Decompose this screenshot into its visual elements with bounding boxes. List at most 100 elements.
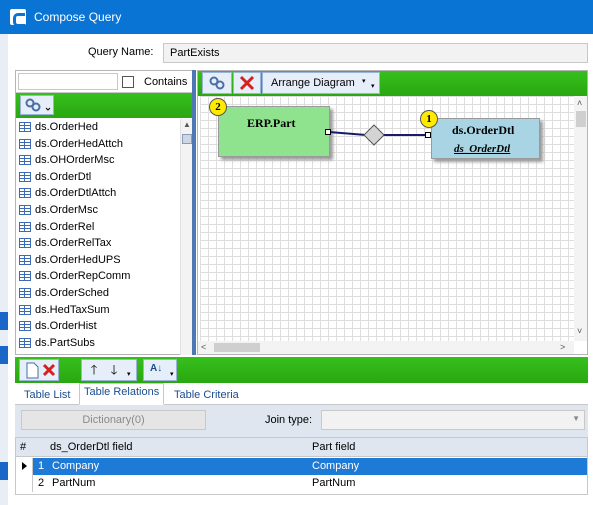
background-marker — [0, 346, 8, 364]
list-item[interactable]: ds.OrderMsc — [16, 202, 180, 219]
table-list: ds.OrderHed ds.OrderHedAttch ds.OHOrderMsc… — [16, 119, 180, 355]
scroll-down-arrow[interactable]: ˅ — [577, 325, 582, 337]
list-item[interactable]: ds.OrderRelTax — [16, 235, 180, 252]
diagram-canvas[interactable]: ERP.Part 2 ds.OrderDtl ds_OrderDtl 1 — [200, 96, 575, 341]
list-item[interactable]: ds.OrderDtl — [16, 169, 180, 186]
entity-order-badge: 1 — [420, 110, 438, 128]
list-item[interactable]: ds.OrderHist — [16, 318, 180, 335]
table-icon — [19, 171, 31, 182]
table-icon — [19, 287, 31, 298]
arrange-diagram-button[interactable]: Arrange Diagram ▾ ▾ — [262, 72, 380, 94]
list-item[interactable]: ds.OrderRepComm — [16, 268, 180, 285]
list-item[interactable]: ds.OHOrderMsc — [16, 152, 180, 169]
row-pointer-icon — [22, 462, 27, 470]
tab-table-list[interactable]: Table List — [20, 387, 74, 405]
table-icon — [19, 188, 31, 199]
arrow-up-icon[interactable]: 🡑 — [88, 360, 100, 380]
diagram-delete-button[interactable] — [233, 72, 261, 94]
query-name-row: Query Name: PartExists — [8, 34, 593, 68]
arrange-diagram-label: Arrange Diagram — [271, 77, 355, 89]
entity-order-dtl[interactable]: ds.OrderDtl ds_OrderDtl — [431, 118, 540, 159]
table-row[interactable]: 1 Company Company — [16, 458, 587, 475]
scroll-thumb[interactable] — [576, 111, 586, 127]
column-header-left-field[interactable]: ds_OrderDtl field — [50, 441, 133, 453]
table-name: ds.OrderMsc — [35, 203, 98, 216]
sort-button[interactable]: A↓ ▾ — [143, 359, 177, 381]
scroll-thumb[interactable] — [214, 343, 260, 352]
column-header-right-field[interactable]: Part field — [312, 441, 355, 453]
scroll-up-arrow[interactable]: ˄ — [577, 97, 582, 109]
left-field-cell[interactable]: Company — [52, 460, 99, 472]
table-icon — [19, 271, 31, 282]
contains-label: Contains — [144, 76, 188, 88]
chevron-down-icon: ▼ — [572, 414, 580, 423]
table-name: ds.OrderHist — [35, 320, 97, 333]
sort-az-icon: A↓ — [150, 363, 163, 374]
tab-table-criteria[interactable]: Table Criteria — [170, 387, 243, 405]
scroll-left-arrow[interactable]: < — [201, 341, 206, 353]
diagram-vertical-scrollbar[interactable]: ˄ ˅ — [574, 96, 587, 341]
diagram-link-button[interactable] — [202, 72, 232, 94]
table-icon — [19, 138, 31, 149]
table-name: ds.OrderDtlAttch — [35, 187, 117, 200]
query-name-field[interactable]: PartExists — [163, 43, 588, 63]
link-icon — [209, 76, 225, 90]
table-name: ds.OrderHedUPS — [35, 253, 121, 266]
link-icon — [25, 98, 51, 112]
left-field-cell[interactable]: PartNum — [52, 477, 95, 489]
table-name: ds.OrderRepComm — [35, 270, 131, 283]
move-group: 🡑 🡓 ▾ — [81, 359, 137, 381]
table-name: ds.OHOrderMsc — [35, 154, 115, 167]
title-bar: Compose Query — [0, 0, 593, 34]
dropdown-arrow-icon[interactable]: ▾ — [127, 370, 131, 378]
table-icon — [19, 122, 31, 132]
search-row: Contains — [16, 71, 192, 93]
list-item[interactable]: ds.PartSubs — [16, 335, 180, 352]
row-number: 1 — [38, 460, 45, 472]
list-item[interactable]: ds.OrderDtlAttch — [16, 185, 180, 202]
background-marker — [0, 312, 8, 330]
scroll-thumb[interactable] — [182, 134, 192, 144]
table-name: ds.OrderSched — [35, 286, 109, 299]
list-item[interactable]: ds.OrderHedUPS — [16, 252, 180, 269]
relations-toolbar: 🡑 🡓 ▾ A↓ ▾ — [15, 357, 588, 383]
background-marker — [0, 462, 8, 480]
dropdown-arrow-icon: ▾ — [371, 83, 375, 90]
table-icon — [19, 337, 31, 348]
diagram-horizontal-scrollbar[interactable]: < > — [198, 341, 574, 354]
table-icon — [19, 155, 31, 166]
table-name: ds.OrderRelTax — [35, 237, 112, 250]
join-type-select[interactable]: ▼ — [321, 410, 585, 430]
table-row[interactable]: 2 PartNum PartNum — [16, 475, 587, 492]
new-document-button[interactable] — [22, 360, 39, 380]
column-header-number[interactable]: # — [20, 441, 26, 453]
table-search-input[interactable] — [18, 73, 118, 90]
row-selector[interactable] — [16, 475, 33, 492]
list-item[interactable]: ds.OrderHed — [16, 119, 180, 136]
delete-relation-button[interactable] — [40, 360, 58, 380]
contains-checkbox[interactable] — [122, 76, 134, 88]
arrow-down-icon[interactable]: 🡓 — [108, 360, 120, 380]
join-type-label: Join type: — [265, 414, 313, 426]
connector-port[interactable] — [325, 129, 331, 135]
red-x-icon — [239, 75, 255, 91]
link-button[interactable] — [20, 95, 54, 115]
relations-grid: # ds_OrderDtl field Part field 1 Company… — [15, 437, 588, 495]
table-icon — [19, 254, 31, 265]
scroll-right-arrow[interactable]: > — [560, 341, 565, 353]
table-icon — [19, 221, 31, 232]
chevron-down-icon: ▾ — [362, 78, 366, 85]
diagram-toolbar: Arrange Diagram ▾ ▾ — [198, 71, 587, 96]
dictionary-button[interactable]: Dictionary(0) — [21, 410, 206, 430]
right-field-cell[interactable]: Company — [312, 460, 359, 472]
list-item[interactable]: ds.HedTaxSum — [16, 302, 180, 319]
right-field-cell[interactable]: PartNum — [312, 477, 355, 489]
tab-table-relations[interactable]: Table Relations — [79, 383, 165, 405]
table-list-scrollbar[interactable]: ▲ — [180, 119, 192, 355]
list-item[interactable]: ds.OrderSched — [16, 285, 180, 302]
query-name-label: Query Name: — [88, 46, 154, 58]
list-item[interactable]: ds.OrderRel — [16, 219, 180, 236]
list-item[interactable]: ds.OrderHedAttch — [16, 136, 180, 153]
panel-splitter[interactable] — [192, 70, 196, 355]
row-selector[interactable] — [16, 458, 33, 475]
